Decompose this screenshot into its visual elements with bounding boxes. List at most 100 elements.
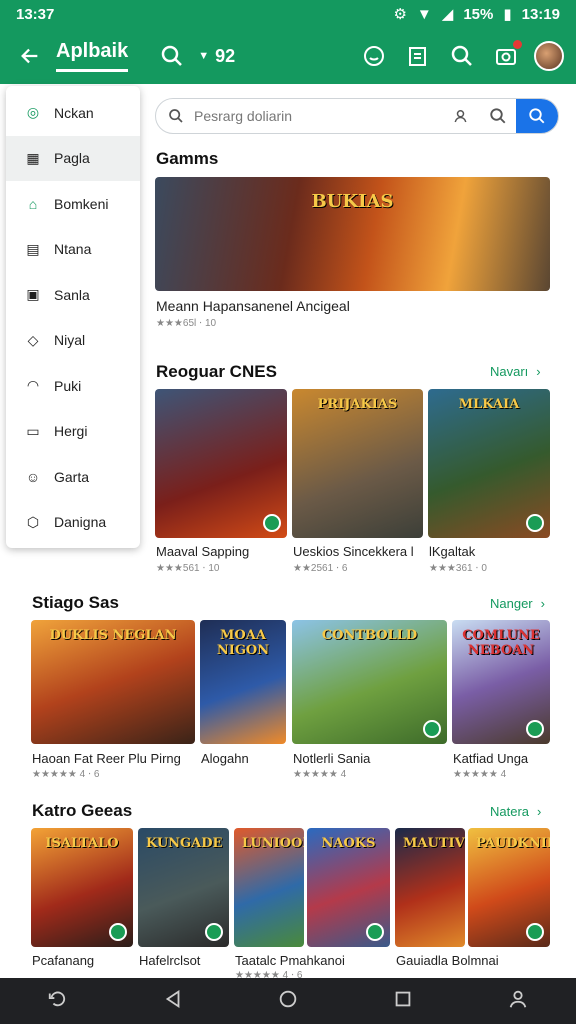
search-icon [162, 45, 183, 66]
recents-nav-button[interactable] [392, 988, 414, 1015]
side-menu-item[interactable]: ▤ Ntana [6, 227, 140, 273]
katro-game-tile[interactable]: LUNIOOER [234, 828, 304, 947]
result-count: 92 [215, 45, 236, 66]
magnifier-icon [451, 45, 472, 66]
strategy-game-caption[interactable]: Haoan Fat Reer Plu Pirng [32, 751, 197, 766]
camera-button[interactable] [484, 34, 528, 78]
popular-game-tile[interactable]: MLKAIA [428, 389, 550, 538]
side-menu-item-label: Garta [54, 468, 90, 485]
strategy-game-tile[interactable]: CONTBOLLD [292, 620, 447, 744]
katro-game-caption[interactable]: Hafelrclsot [139, 953, 231, 968]
side-menu-item[interactable]: ⌂ Bomkeni [6, 181, 140, 227]
featured-game-banner[interactable]: BUKIAS [155, 177, 550, 291]
strategy-game-rating: ★★★★★ 4 [453, 769, 507, 780]
headphones-icon: ◠ [26, 377, 40, 394]
magnifier-icon [490, 108, 506, 124]
face-button[interactable] [352, 34, 396, 78]
strategy-game-tile[interactable]: MOAA NIGON [200, 620, 286, 744]
rotate-button[interactable] [47, 988, 69, 1015]
katro-game-caption[interactable]: Pcafanang [32, 953, 134, 968]
featured-game-caption[interactable]: Meann Hapansanenel Ancigeal [156, 298, 546, 314]
install-badge-icon [526, 514, 544, 532]
side-menu-item-label: Bomkeni [54, 195, 109, 212]
game-logo: NAOKS [321, 836, 376, 851]
strategy-game-caption[interactable]: Alogahn [201, 751, 287, 766]
ticket-icon: ▭ [26, 422, 40, 439]
featured-game-logo: BUKIAS [311, 191, 394, 212]
strategy-game-caption[interactable]: Notlerli Sania [293, 751, 448, 766]
katro-game-tile[interactable]: PAUDKNIB [468, 828, 550, 947]
install-badge-icon [423, 720, 441, 738]
app-title[interactable]: Aplbaik [56, 40, 129, 72]
wifi-icon: ▼ [416, 5, 432, 23]
person-icon [510, 990, 527, 1008]
install-badge-icon [526, 923, 544, 941]
featured-game-rating: ★★★65l ⋅ 10 [156, 318, 217, 329]
katro-game-caption[interactable]: Gauiadla Bolmnai [396, 953, 551, 968]
battery-icon: ▮ [503, 6, 512, 23]
katro-game-tile[interactable]: ISALTALO [31, 828, 133, 947]
game-logo: PAUDKNIB [476, 836, 550, 851]
katro-game-tile[interactable]: KUNGADE [138, 828, 229, 947]
popular-more-label: Navarı [490, 364, 529, 379]
side-menu-item[interactable]: ◎ Nckan [6, 90, 140, 136]
side-menu-item[interactable]: ⬡ Danigna [6, 500, 140, 546]
strategy-game-tile[interactable]: DUKLIS NEGLAN [31, 620, 195, 744]
strategy-more-link[interactable]: Nanger › [490, 596, 545, 611]
voice-search-button[interactable] [444, 107, 480, 125]
katro-game-tile[interactable]: NAOKS [307, 828, 390, 947]
game-logo: CONTBOLLD [321, 628, 418, 643]
popular-game-tile[interactable] [155, 389, 287, 538]
dropdown-caret-icon[interactable]: ▼ [198, 50, 209, 62]
back-button[interactable] [12, 38, 48, 74]
side-menu-item[interactable]: ▭ Hergi [6, 409, 140, 455]
search-button[interactable] [480, 107, 516, 125]
avatar[interactable] [534, 41, 564, 71]
explore-button[interactable] [440, 34, 484, 78]
chevron-right-icon: › [537, 804, 542, 819]
side-menu-item[interactable]: ▣ Sanla [6, 272, 140, 318]
popular-game-caption[interactable]: Maaval Sapping [156, 544, 288, 559]
app-bar: Aplbaik ▼ 92 [0, 28, 576, 84]
notes-button[interactable] [396, 34, 440, 78]
notification-dot [513, 40, 522, 49]
back-nav-button[interactable] [162, 988, 184, 1015]
notepad-icon [409, 47, 426, 66]
popular-game-caption[interactable]: lKgaltak [429, 544, 551, 559]
square-recents-icon [395, 991, 411, 1006]
search-submit-button[interactable] [516, 99, 558, 133]
search-input[interactable]: Pesrarg doliarin [194, 108, 444, 124]
side-menu-item[interactable]: ◠ Puki [6, 363, 140, 409]
katro-more-link[interactable]: Natera › [490, 804, 541, 819]
side-menu-item[interactable]: ☺ Garta [6, 454, 140, 500]
side-menu-item-label: Nckan [54, 104, 94, 121]
install-badge-icon [526, 720, 544, 738]
status-time: 13:37 [16, 5, 55, 23]
install-badge-icon [205, 923, 223, 941]
popular-more-link[interactable]: Navarı › [490, 364, 541, 379]
popular-game-tile[interactable]: PRIJAKIAS [292, 389, 423, 538]
install-badge-icon [109, 923, 127, 941]
bookmark-icon: ⌂ [28, 195, 38, 212]
side-menu-item[interactable]: ◇ Niyal [6, 318, 140, 364]
game-logo: LUNIOOER [242, 836, 304, 851]
home-nav-button[interactable] [277, 988, 299, 1015]
popular-game-rating: ★★★361 ⋅ 0 [429, 563, 487, 574]
side-menu-item-label: Puki [54, 377, 82, 394]
games-section-title: Gamms [156, 149, 219, 168]
status-clock: 13:19 [521, 5, 560, 23]
strategy-game-caption[interactable]: Katfiad Unga [453, 751, 551, 766]
search-bar[interactable]: Pesrarg doliarin [155, 98, 559, 134]
katro-game-caption[interactable]: Taatalc Pmahkanoi [235, 953, 390, 968]
katro-more-label: Natera [490, 804, 530, 819]
accessibility-nav-button[interactable] [507, 988, 529, 1015]
app-search-button[interactable] [150, 34, 194, 78]
game-logo: COMLUNE NEBOAN [462, 628, 540, 658]
smiley-icon [364, 46, 384, 66]
side-menu-item[interactable]: ▦ Pagla [6, 135, 140, 181]
settings-status-icon: ⚙ [393, 6, 407, 23]
strategy-section-title: Stiago Sas [32, 593, 119, 612]
strategy-game-tile[interactable]: COMLUNE NEBOAN [452, 620, 550, 744]
katro-game-tile[interactable]: MAUTIVRE [395, 828, 465, 947]
popular-game-caption[interactable]: Ueskios Sincekkera l [293, 544, 424, 559]
